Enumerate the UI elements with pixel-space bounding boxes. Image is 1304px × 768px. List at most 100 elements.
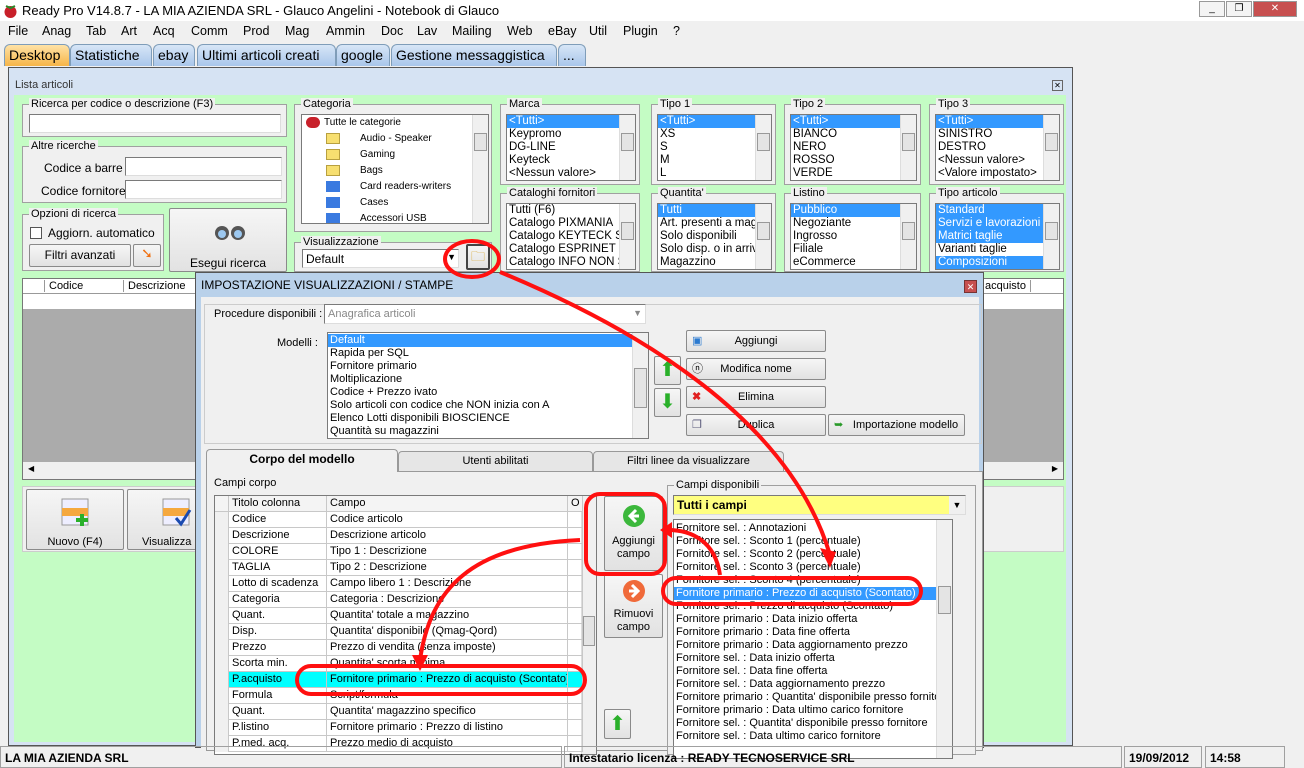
table-row[interactable]: Codice Codice articolo	[215, 512, 583, 528]
list-item[interactable]: Varianti taglie	[936, 243, 1059, 256]
view-select[interactable]: Default ▼	[302, 249, 459, 268]
scrollbar[interactable]	[1043, 204, 1059, 269]
menu-web[interactable]: Web	[507, 24, 532, 38]
scrollbar[interactable]	[900, 115, 916, 180]
row-selector[interactable]	[215, 576, 229, 592]
row-selector[interactable]	[215, 704, 229, 720]
menu-tab[interactable]: Tab	[86, 24, 106, 38]
available-field-item[interactable]: Fornitore sel. : Sconto 1 (percentuale)	[674, 535, 936, 548]
available-field-item[interactable]: Fornitore sel. : Data fine offerta	[674, 665, 936, 678]
menu-anag[interactable]: Anag	[42, 24, 71, 38]
new-article-button[interactable]: Nuovo (F4)	[26, 489, 124, 550]
table-row[interactable]: Disp. Quantita' disponibile (Qmag-Qord)	[215, 624, 583, 640]
filter-list[interactable]: <Tutti> Keypromo DG-LINE Keyteck <Nessun val…	[506, 114, 636, 181]
tab-6[interactable]: ...	[558, 44, 586, 66]
model-item[interactable]: Fornitore primario	[328, 360, 632, 373]
arrow-flame-icon[interactable]: ➘	[133, 244, 161, 267]
row-selector[interactable]	[215, 560, 229, 576]
list-item[interactable]: Catalogo PIXMANIA	[507, 217, 635, 230]
list-item[interactable]: Matrici taglie	[936, 230, 1059, 243]
list-item[interactable]: <Tutti>	[936, 115, 1059, 128]
dialog-tab-0[interactable]: Corpo del modello	[206, 449, 398, 472]
tab-1[interactable]: Statistiche	[70, 44, 152, 66]
row-selector[interactable]	[215, 512, 229, 528]
dialog-tab-1[interactable]: Utenti abilitati	[398, 451, 593, 471]
category-item[interactable]: Bags	[312, 165, 383, 181]
scrollbar[interactable]	[1043, 115, 1059, 180]
add-field-button[interactable]: Aggiungi campo	[604, 496, 663, 571]
dialog-tab-2[interactable]: Filtri linee da visualizzare	[593, 451, 784, 471]
add-model-button[interactable]: ▣ Aggiungi	[686, 330, 826, 352]
filter-list[interactable]: <Tutti> XS S M L	[657, 114, 772, 181]
menu-file[interactable]: File	[8, 24, 28, 38]
table-row[interactable]: P.acquisto Fornitore primario : Prezzo di…	[215, 672, 583, 688]
available-field-item[interactable]: Fornitore sel. : Data inizio offerta	[674, 652, 936, 665]
rename-model-button[interactable]: ⓝ Modifica nome	[686, 358, 826, 380]
scrollbar[interactable]	[472, 115, 488, 223]
list-item[interactable]: <Nessun valore>	[507, 167, 635, 180]
list-item[interactable]: SINISTRO	[936, 128, 1059, 141]
advanced-filters-button[interactable]: Filtri avanzati	[29, 244, 131, 267]
scrollbar[interactable]	[936, 520, 952, 758]
move-field-up-arrow-icon[interactable]: ⬆	[604, 709, 631, 739]
list-item[interactable]: <Valore impostato>	[936, 167, 1059, 180]
table-row[interactable]: Quant. Quantita' totale a magazzino	[215, 608, 583, 624]
category-tree[interactable]: Tutte le categorie Audio - Speaker Gaming B…	[301, 114, 489, 224]
row-selector[interactable]	[215, 608, 229, 624]
move-down-arrow-icon[interactable]: ⬇	[654, 388, 681, 417]
list-item[interactable]: NERO	[791, 141, 916, 154]
column-header[interactable]: O	[568, 496, 583, 512]
search-input[interactable]	[29, 114, 281, 133]
models-list[interactable]: Default Rapida per SQL Fornitore primario M…	[327, 332, 649, 439]
menu-prod[interactable]: Prod	[243, 24, 269, 38]
row-selector[interactable]	[215, 640, 229, 656]
available-field-item[interactable]: Fornitore sel. : Quantita' disponibile p…	[674, 717, 936, 730]
model-item[interactable]: Default	[328, 334, 632, 347]
duplicate-model-button[interactable]: ❐ Duplica	[686, 414, 826, 436]
row-selector[interactable]	[215, 688, 229, 704]
supplier-code-input[interactable]	[125, 180, 282, 199]
menu-comm[interactable]: Comm	[191, 24, 228, 38]
column-header-descrizione[interactable]: Descrizione	[123, 280, 203, 292]
table-row[interactable]: COLORE Tipo 1 : Descrizione	[215, 544, 583, 560]
scrollbar[interactable]	[755, 115, 771, 180]
row-selector[interactable]	[215, 592, 229, 608]
available-field-item[interactable]: Fornitore sel. : Prezzo di acquisto (Sco…	[674, 600, 936, 613]
row-selector[interactable]	[215, 656, 229, 672]
run-search-button[interactable]: Esegui ricerca	[169, 208, 287, 272]
table-row[interactable]: Descrizione Descrizione articolo	[215, 528, 583, 544]
available-field-item[interactable]: Fornitore primario : Data aggiornamento …	[674, 639, 936, 652]
body-fields-grid[interactable]: Titolo colonna Campo O Codice Codice articol…	[214, 495, 597, 755]
list-item[interactable]: <Tutti>	[791, 115, 916, 128]
menu-?[interactable]: ?	[673, 24, 680, 38]
tab-3[interactable]: Ultimi articoli creati	[197, 44, 336, 66]
menu-ebay[interactable]: eBay	[548, 24, 577, 38]
available-field-item[interactable]: Fornitore primario : Data inizio offerta	[674, 613, 936, 626]
list-item[interactable]: Ingrosso	[791, 230, 916, 243]
table-row[interactable]: TAGLIA Tipo 2 : Descrizione	[215, 560, 583, 576]
move-up-arrow-icon[interactable]: ⬆	[654, 356, 681, 385]
menu-mailing[interactable]: Mailing	[452, 24, 492, 38]
category-item[interactable]: Card readers-writers	[312, 181, 451, 197]
list-item[interactable]: BIANCO	[791, 128, 916, 141]
list-item[interactable]: Keypromo	[507, 128, 635, 141]
category-item[interactable]: Audio - Speaker	[312, 133, 432, 149]
available-fields-list[interactable]: Fornitore sel. : Annotazioni Fornitore se…	[673, 519, 953, 759]
minimize-button[interactable]: _	[1199, 1, 1225, 17]
close-icon[interactable]: ✕	[964, 280, 977, 293]
menu-plugin[interactable]: Plugin	[623, 24, 658, 38]
auto-update-checkbox[interactable]	[30, 227, 42, 239]
list-item[interactable]: DESTRO	[936, 141, 1059, 154]
table-row[interactable]: Prezzo Prezzo di vendita (senza imposte)	[215, 640, 583, 656]
model-item[interactable]: Rapida per SQL	[328, 347, 632, 360]
list-item[interactable]: Negoziante	[791, 217, 916, 230]
list-item[interactable]: Filiale	[791, 243, 916, 256]
category-item[interactable]: Accessori USB	[312, 213, 427, 223]
filter-list[interactable]: Standard Servizi e lavorazioni Matrici tag…	[935, 203, 1060, 270]
table-row[interactable]: Scorta min. Quantita' scorta minima	[215, 656, 583, 672]
scrollbar[interactable]	[755, 204, 771, 269]
menu-art[interactable]: Art	[121, 24, 137, 38]
table-row[interactable]: Categoria Categoria : Descrizione	[215, 592, 583, 608]
column-header-codice[interactable]: Codice	[44, 280, 123, 292]
available-field-item[interactable]: Fornitore primario : Data fine offerta	[674, 626, 936, 639]
